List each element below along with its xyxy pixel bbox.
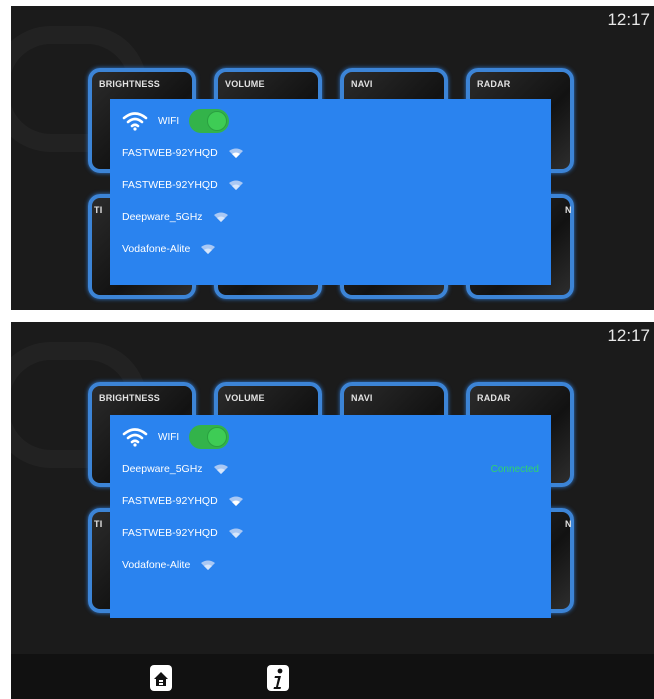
wifi-signal-icon (201, 244, 216, 254)
wifi-signal-icon (228, 528, 243, 538)
wifi-icon (122, 112, 148, 131)
wifi-panel: WIFI Deepware_5GHz Connected FASTWEB-92Y… (110, 415, 551, 618)
wifi-toggle[interactable] (189, 425, 230, 449)
network-name: Deepware_5GHz (122, 463, 203, 475)
network-name: FASTWEB-92YHQD (122, 179, 218, 191)
tile-label: VOLUME (225, 393, 265, 403)
wifi-label: WIFI (158, 431, 180, 443)
tile-label: TI (94, 205, 103, 215)
network-name: Vodafone-Alite (122, 243, 191, 255)
tile-label: NAVI (351, 393, 373, 403)
clock: 12:17 (607, 326, 650, 345)
network-name: FASTWEB-92YHQD (122, 147, 218, 159)
network-name: FASTWEB-92YHQD (122, 527, 218, 539)
wifi-header: WIFI (122, 425, 230, 449)
network-item[interactable]: Vodafone-Alite (122, 243, 216, 255)
connection-status: Connected (490, 464, 539, 475)
wifi-signal-icon (213, 212, 228, 222)
network-name: FASTWEB-92YHQD (122, 495, 218, 507)
network-item[interactable]: Deepware_5GHz (122, 463, 229, 475)
bottom-bar (11, 654, 654, 699)
wifi-label: WIFI (158, 115, 180, 127)
tile-label: VOLUME (225, 79, 265, 89)
clock: 12:17 (607, 10, 650, 29)
network-item[interactable]: FASTWEB-92YHQD (122, 527, 244, 539)
wifi-signal-icon (228, 180, 243, 190)
head-unit-screen-1: 12:17 BRIGHTNESS VOLUME NAVI RADAR TI N … (11, 6, 654, 310)
network-item[interactable]: FASTWEB-92YHQD (122, 179, 244, 191)
wifi-toggle[interactable] (189, 109, 230, 133)
network-item[interactable]: FASTWEB-92YHQD (122, 495, 244, 507)
wifi-icon (122, 428, 148, 447)
network-item[interactable]: Vodafone-Alite (122, 559, 216, 571)
network-name: Vodafone-Alite (122, 559, 191, 571)
wifi-signal-icon (201, 560, 216, 570)
wifi-panel: WIFI FASTWEB-92YHQD FASTWEB-92YHQD Deepw… (110, 99, 551, 285)
tile-label: TI (94, 519, 103, 529)
wifi-header: WIFI (122, 109, 230, 133)
wifi-signal-icon (228, 496, 243, 506)
info-icon[interactable] (266, 664, 290, 692)
wifi-signal-icon (228, 148, 243, 158)
tile-label: NAVI (351, 79, 373, 89)
tile-label: RADAR (477, 393, 511, 403)
tile-label: RADAR (477, 79, 511, 89)
home-icon[interactable] (149, 664, 173, 692)
head-unit-screen-2: 12:17 BRIGHTNESS VOLUME NAVI RADAR TI N … (11, 322, 654, 654)
network-name: Deepware_5GHz (122, 211, 203, 223)
wifi-signal-icon (213, 464, 228, 474)
tile-label: N (565, 519, 572, 529)
tile-label: N (565, 205, 572, 215)
tile-label: BRIGHTNESS (99, 79, 161, 89)
network-item[interactable]: FASTWEB-92YHQD (122, 147, 244, 159)
tile-label: BRIGHTNESS (99, 393, 161, 403)
network-item[interactable]: Deepware_5GHz (122, 211, 229, 223)
